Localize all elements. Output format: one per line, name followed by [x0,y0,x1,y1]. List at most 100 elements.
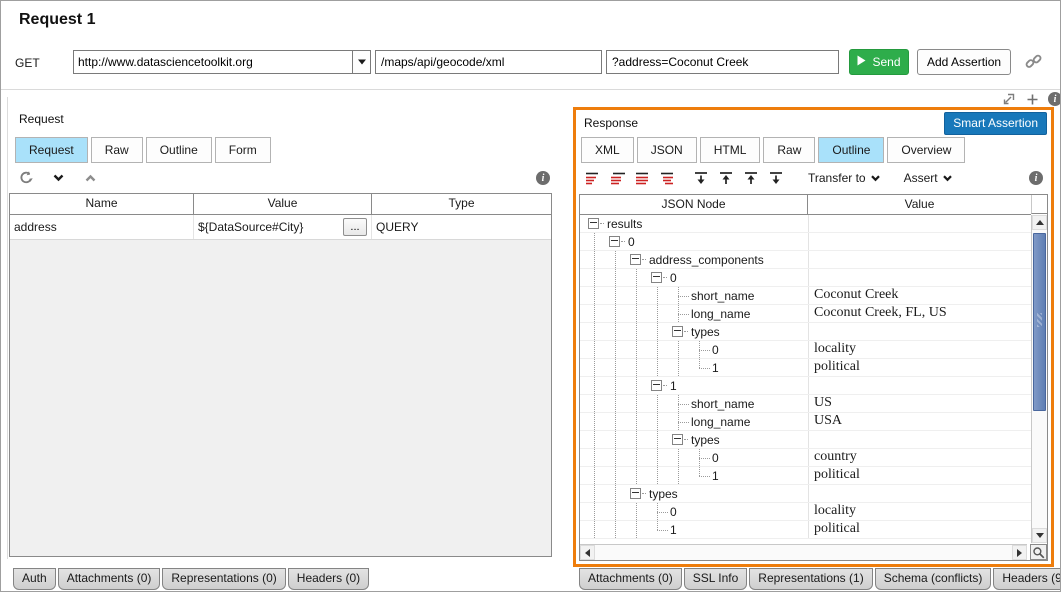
tree-node-label: 0 [626,234,635,250]
param-name-cell[interactable]: address [10,215,194,239]
collapse-toggle-icon[interactable] [588,218,599,229]
response-tab-raw[interactable]: Raw [763,137,815,163]
request-tab-request[interactable]: Request [15,137,88,163]
tree-row[interactable]: 0locality [580,503,1031,521]
param-value-editor-button[interactable]: ... [343,218,367,236]
indent-lines-icon-4[interactable] [659,170,676,186]
add-assertion-button[interactable]: Add Assertion [917,49,1011,75]
column-header-name[interactable]: Name [10,194,194,214]
collapse-toggle-icon[interactable] [672,326,683,337]
column-header-value[interactable]: Value [808,195,1031,214]
endpoint-dropdown-arrow-icon[interactable] [352,51,370,73]
tree-row[interactable]: 1political [580,467,1031,485]
tree-row[interactable]: 1political [580,359,1031,377]
request-bottom-tab-attachments-0[interactable]: Attachments (0) [58,568,161,590]
tree-row[interactable]: 1 [580,377,1031,395]
bar-arrow-up-icon[interactable] [717,170,734,186]
indent-lines-icon-2[interactable] [609,170,626,186]
chevron-up-icon[interactable] [81,169,99,187]
response-bottom-tab-representations-1[interactable]: Representations (1) [749,568,872,590]
tree-row[interactable]: short_nameUS [580,395,1031,413]
chevron-down-icon[interactable] [49,169,67,187]
tree-row[interactable]: 1political [580,521,1031,539]
link-icon[interactable] [1024,52,1044,72]
bar-arrow-down-icon[interactable] [692,170,709,186]
tree-row[interactable]: types [580,323,1031,341]
smart-assertion-button[interactable]: Smart Assertion [944,112,1047,135]
tree-row[interactable]: 0 [580,269,1031,287]
tree-row[interactable]: results [580,215,1031,233]
horizontal-scrollbar[interactable] [580,544,1027,560]
scroll-down-icon[interactable] [1032,528,1047,543]
bar-arrow-up-icon-2[interactable] [742,170,759,186]
vertical-scrollbar-thumb[interactable] [1033,233,1046,411]
tree-row[interactable]: 0locality [580,341,1031,359]
tree-row[interactable]: 0 [580,233,1031,251]
response-tab-overview[interactable]: Overview [887,137,965,163]
response-bottom-tab-schema-conflicts[interactable]: Schema (conflicts) [875,568,992,590]
tree-row[interactable]: short_nameCoconut Creek [580,287,1031,305]
collapse-toggle-icon[interactable] [672,434,683,445]
tree-indent-guide [668,359,689,376]
request-tab-form[interactable]: Form [215,137,271,163]
tree-indent-guide [605,377,626,394]
assert-dropdown[interactable]: Assert [904,171,952,185]
endpoint-combobox[interactable] [73,50,371,74]
response-bottom-tab-attachments-0[interactable]: Attachments (0) [579,568,682,590]
resource-path-input[interactable] [375,50,602,74]
tree-indent-guide [647,305,668,322]
collapse-toggle-icon[interactable] [630,488,641,499]
response-info-icon[interactable]: i [1027,169,1045,187]
column-header-value[interactable]: Value [194,194,372,214]
collapse-toggle-icon[interactable] [609,236,620,247]
response-bottom-tab-headers-9[interactable]: Headers (9) [993,568,1061,590]
tree-indent-guide [584,305,605,322]
tree-row[interactable]: long_nameCoconut Creek, FL, US [580,305,1031,323]
tree-indent-guide [626,431,647,448]
response-tab-html[interactable]: HTML [700,137,761,163]
param-value-cell[interactable]: ${DataSource#City}... [194,215,372,239]
tree-row[interactable]: types [580,431,1031,449]
bar-arrow-down-icon-2[interactable] [767,170,784,186]
column-header-json-node[interactable]: JSON Node [580,195,808,214]
magnifier-icon[interactable] [1030,544,1047,560]
collapse-toggle-icon[interactable] [630,254,641,265]
send-button[interactable]: Send [849,49,909,75]
transfer-to-dropdown[interactable]: Transfer to [808,171,880,185]
tree-indent-guide [605,485,626,502]
add-panel-icon[interactable] [1024,91,1040,107]
scroll-right-icon[interactable] [1012,545,1027,560]
request-bottom-tab-representations-0[interactable]: Representations (0) [162,568,285,590]
tree-row[interactable]: long_nameUSA [580,413,1031,431]
request-bottom-tab-auth[interactable]: Auth [13,568,56,590]
scroll-up-icon[interactable] [1032,215,1047,230]
tree-node-label: 1 [668,522,677,538]
param-row[interactable]: address${DataSource#City}...QUERY [10,215,551,240]
param-type-cell[interactable]: QUERY [372,215,551,239]
collapse-toggle-icon[interactable] [651,380,662,391]
response-bottom-tab-ssl-info[interactable]: SSL Info [684,568,748,590]
request-tab-outline[interactable]: Outline [146,137,212,163]
tree-row[interactable]: 0country [580,449,1031,467]
request-info-icon[interactable]: i [534,169,552,187]
refresh-icon[interactable] [17,169,35,187]
scroll-left-icon[interactable] [580,545,595,560]
request-tab-raw[interactable]: Raw [91,137,143,163]
request-bottom-tab-headers-0[interactable]: Headers (0) [288,568,369,590]
panel-info-icon[interactable]: i [1047,91,1061,107]
response-toolbar: Transfer to Assert i [584,168,1045,188]
tree-row[interactable]: types [580,485,1031,503]
endpoint-input[interactable] [74,51,352,73]
query-input[interactable] [606,50,839,74]
float-panel-icon[interactable] [1001,91,1017,107]
indent-lines-icon-3[interactable] [634,170,651,186]
response-tab-outline[interactable]: Outline [818,137,884,163]
response-tab-json[interactable]: JSON [637,137,697,163]
response-tab-xml[interactable]: XML [581,137,634,163]
column-header-type[interactable]: Type [372,194,551,214]
tree-leaf-connector [689,341,710,358]
tree-row[interactable]: address_components [580,251,1031,269]
vertical-scrollbar[interactable] [1031,215,1047,543]
indent-lines-icon-1[interactable] [584,170,601,186]
collapse-toggle-icon[interactable] [651,272,662,283]
